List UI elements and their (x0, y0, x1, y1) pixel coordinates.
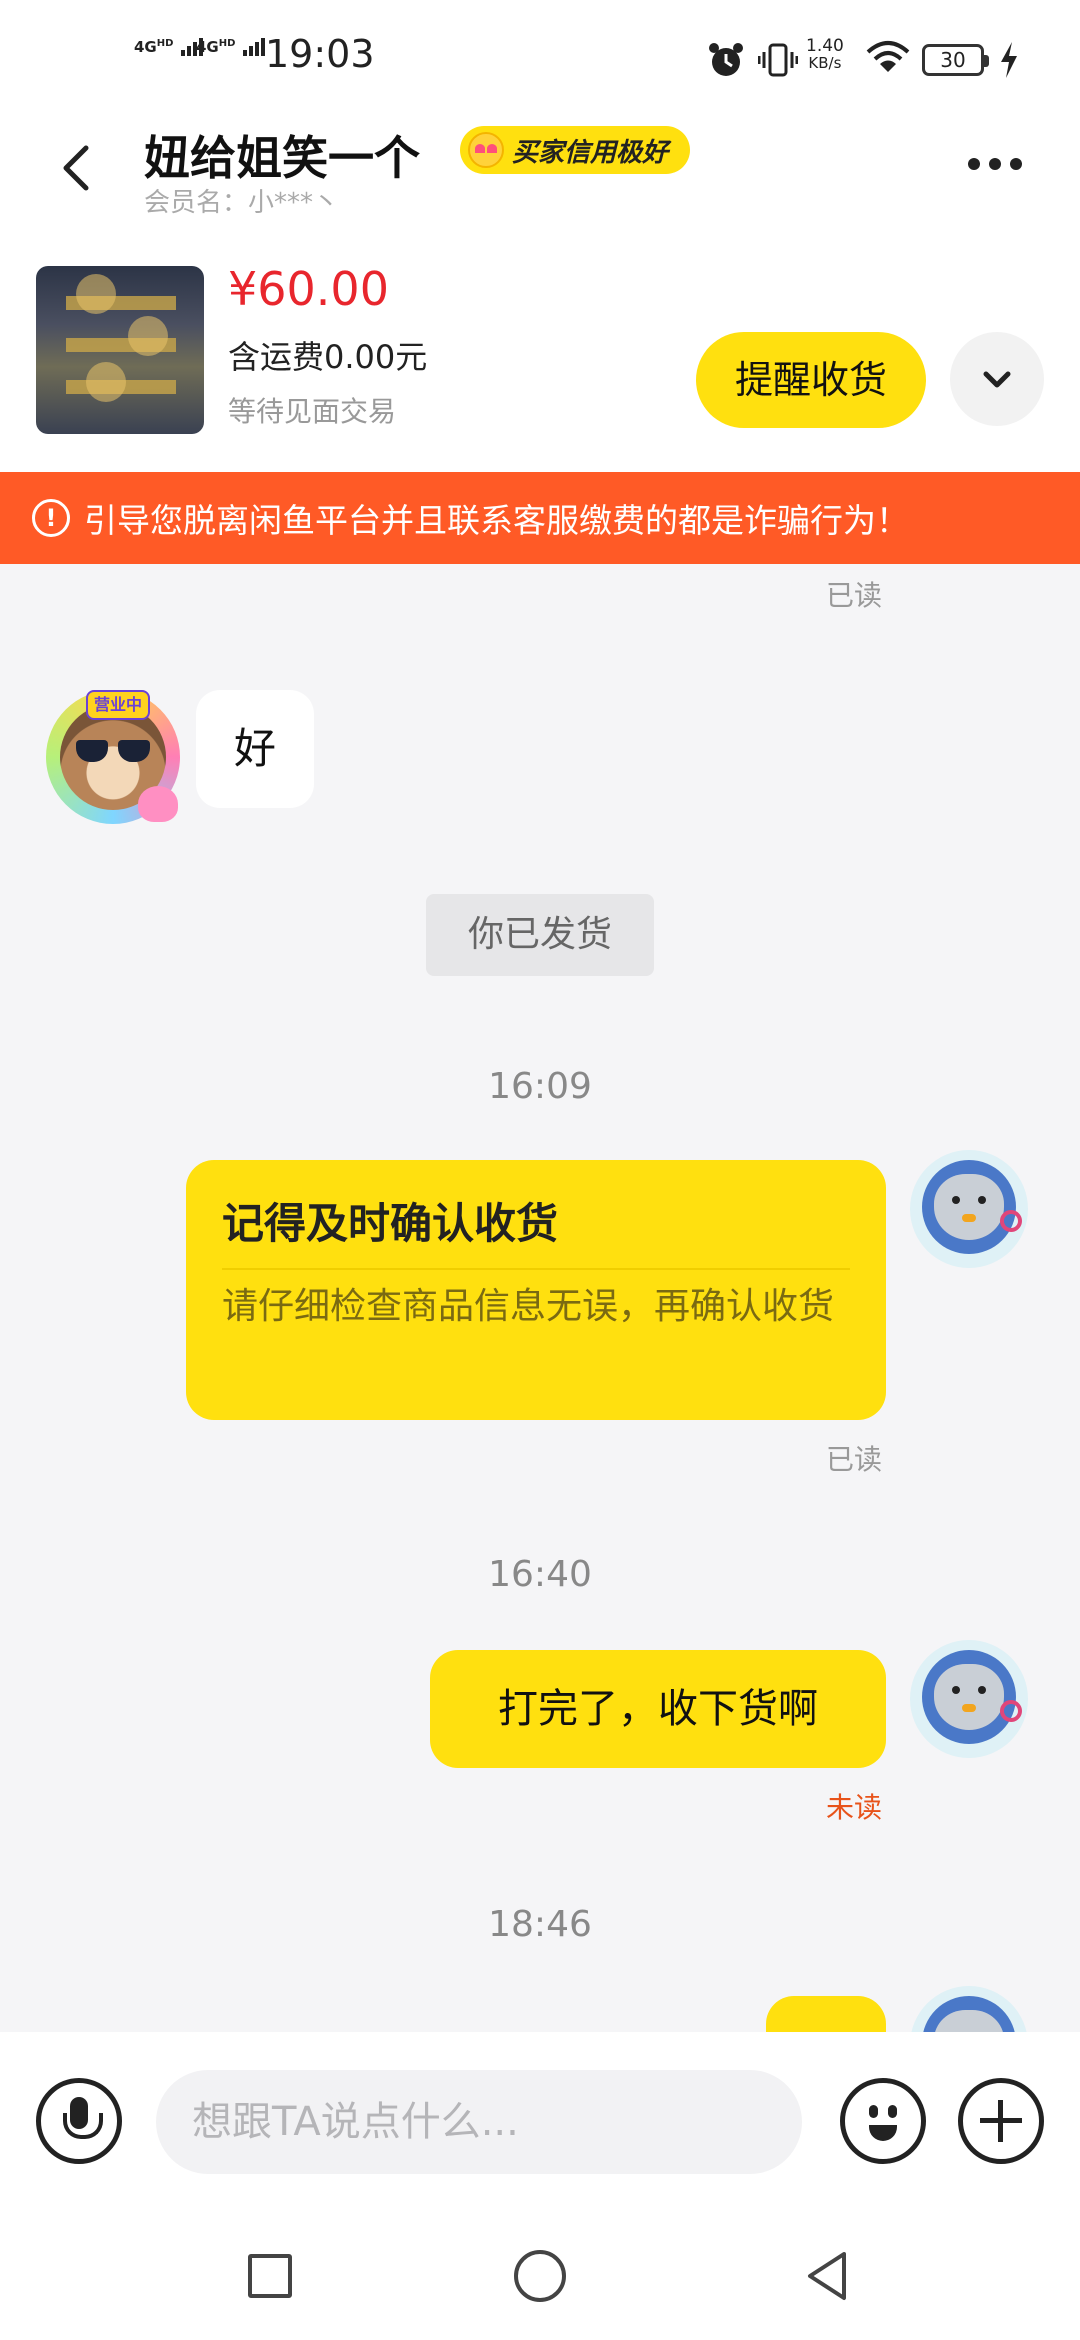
signal-2-label: 4G (196, 38, 219, 56)
confirm-receipt-card[interactable]: 记得及时确认收货 请仔细检查商品信息无误，再确认收货 (186, 1160, 886, 1420)
status-bar: 4GHD 4GHD 19:03 1.40 KB/s 30 (0, 0, 1080, 120)
charging-icon (1001, 42, 1017, 78)
credit-badge: 买家信用极好 (460, 126, 691, 174)
back-arrow-icon[interactable] (48, 138, 108, 198)
product-card[interactable]: ¥60.00 含运费0.00元 等待见面交易 提醒收货 (0, 220, 1080, 472)
card-body: 请仔细检查商品信息无误，再确认收货 (222, 1286, 835, 1327)
credit-badge-label: 买家信用极好 (512, 137, 669, 168)
user-avatar[interactable] (910, 1150, 1028, 1268)
read-status: 已读 (826, 1443, 883, 1476)
seller-avatar[interactable]: 营业中 (38, 682, 188, 832)
nav-back-icon[interactable] (800, 2248, 856, 2304)
user-avatar[interactable] (910, 1640, 1028, 1758)
avatar-tag: 营业中 (86, 690, 150, 720)
warning-text: 引导您脱离闲鱼平台并且联系客服缴费的都是诈骗行为！ (84, 501, 909, 540)
message-input-bar (0, 2032, 1080, 2232)
signal-2-hd: HD (218, 38, 236, 49)
network-speed: 1.40 KB/s (806, 38, 844, 72)
read-status: 已读 (826, 579, 883, 612)
timestamp: 16:09 (488, 1066, 592, 1107)
expand-button[interactable] (950, 332, 1044, 426)
remind-receipt-button[interactable]: 提醒收货 (696, 332, 926, 428)
recent-apps-icon[interactable] (248, 2254, 292, 2298)
fraud-warning-banner: ! 引导您脱离闲鱼平台并且联系客服缴费的都是诈骗行为！ (0, 472, 1080, 564)
speed-unit: KB/s (808, 54, 842, 72)
signal-1: 4GHD (134, 38, 205, 56)
speed-value: 1.40 (806, 36, 844, 56)
signal-2: 4GHD (196, 38, 267, 56)
signal-1-label: 4G (134, 38, 157, 56)
home-icon[interactable] (514, 2250, 566, 2302)
product-thumbnail[interactable] (36, 266, 204, 434)
card-title: 记得及时确认收货 (222, 1199, 559, 1248)
more-menu-icon[interactable] (968, 158, 1022, 170)
signal-bars-icon (242, 38, 267, 56)
wifi-icon (866, 41, 910, 72)
chat-header: 妞给姐笑一个 买家信用极好 会员名：小***丶 (0, 120, 1080, 220)
product-price: ¥60.00 (228, 262, 389, 316)
vibrate-icon (758, 43, 798, 77)
timestamp: 18:46 (488, 1904, 592, 1945)
microphone-icon[interactable] (36, 2078, 122, 2164)
shipping-info: 含运费0.00元 (228, 338, 428, 376)
exclamation-circle-icon: ! (32, 499, 70, 537)
plus-icon[interactable] (958, 2078, 1044, 2164)
signal-1-hd: HD (156, 38, 174, 49)
heart-eyes-emoji-icon (468, 132, 504, 168)
system-message: 你已发货 (426, 894, 654, 976)
emoji-icon[interactable] (840, 2078, 926, 2164)
chat-title: 妞给姐笑一个 (144, 131, 420, 185)
system-nav-bar (0, 2232, 1080, 2340)
outgoing-message[interactable]: 打完了，收下货啊 (430, 1650, 886, 1768)
timestamp: 16:40 (488, 1554, 592, 1595)
member-name: 会员名：小***丶 (144, 188, 340, 218)
status-time: 19:03 (265, 32, 375, 76)
octopus-sticker-icon (138, 786, 178, 822)
unread-status: 未读 (826, 1791, 883, 1824)
incoming-message[interactable]: 好 (196, 690, 314, 808)
alarm-icon (709, 43, 743, 76)
card-divider (222, 1268, 850, 1270)
chevron-down-icon (983, 371, 1011, 388)
battery-icon: 30 (922, 44, 989, 76)
order-status: 等待见面交易 (228, 395, 397, 428)
message-input[interactable] (156, 2070, 802, 2174)
